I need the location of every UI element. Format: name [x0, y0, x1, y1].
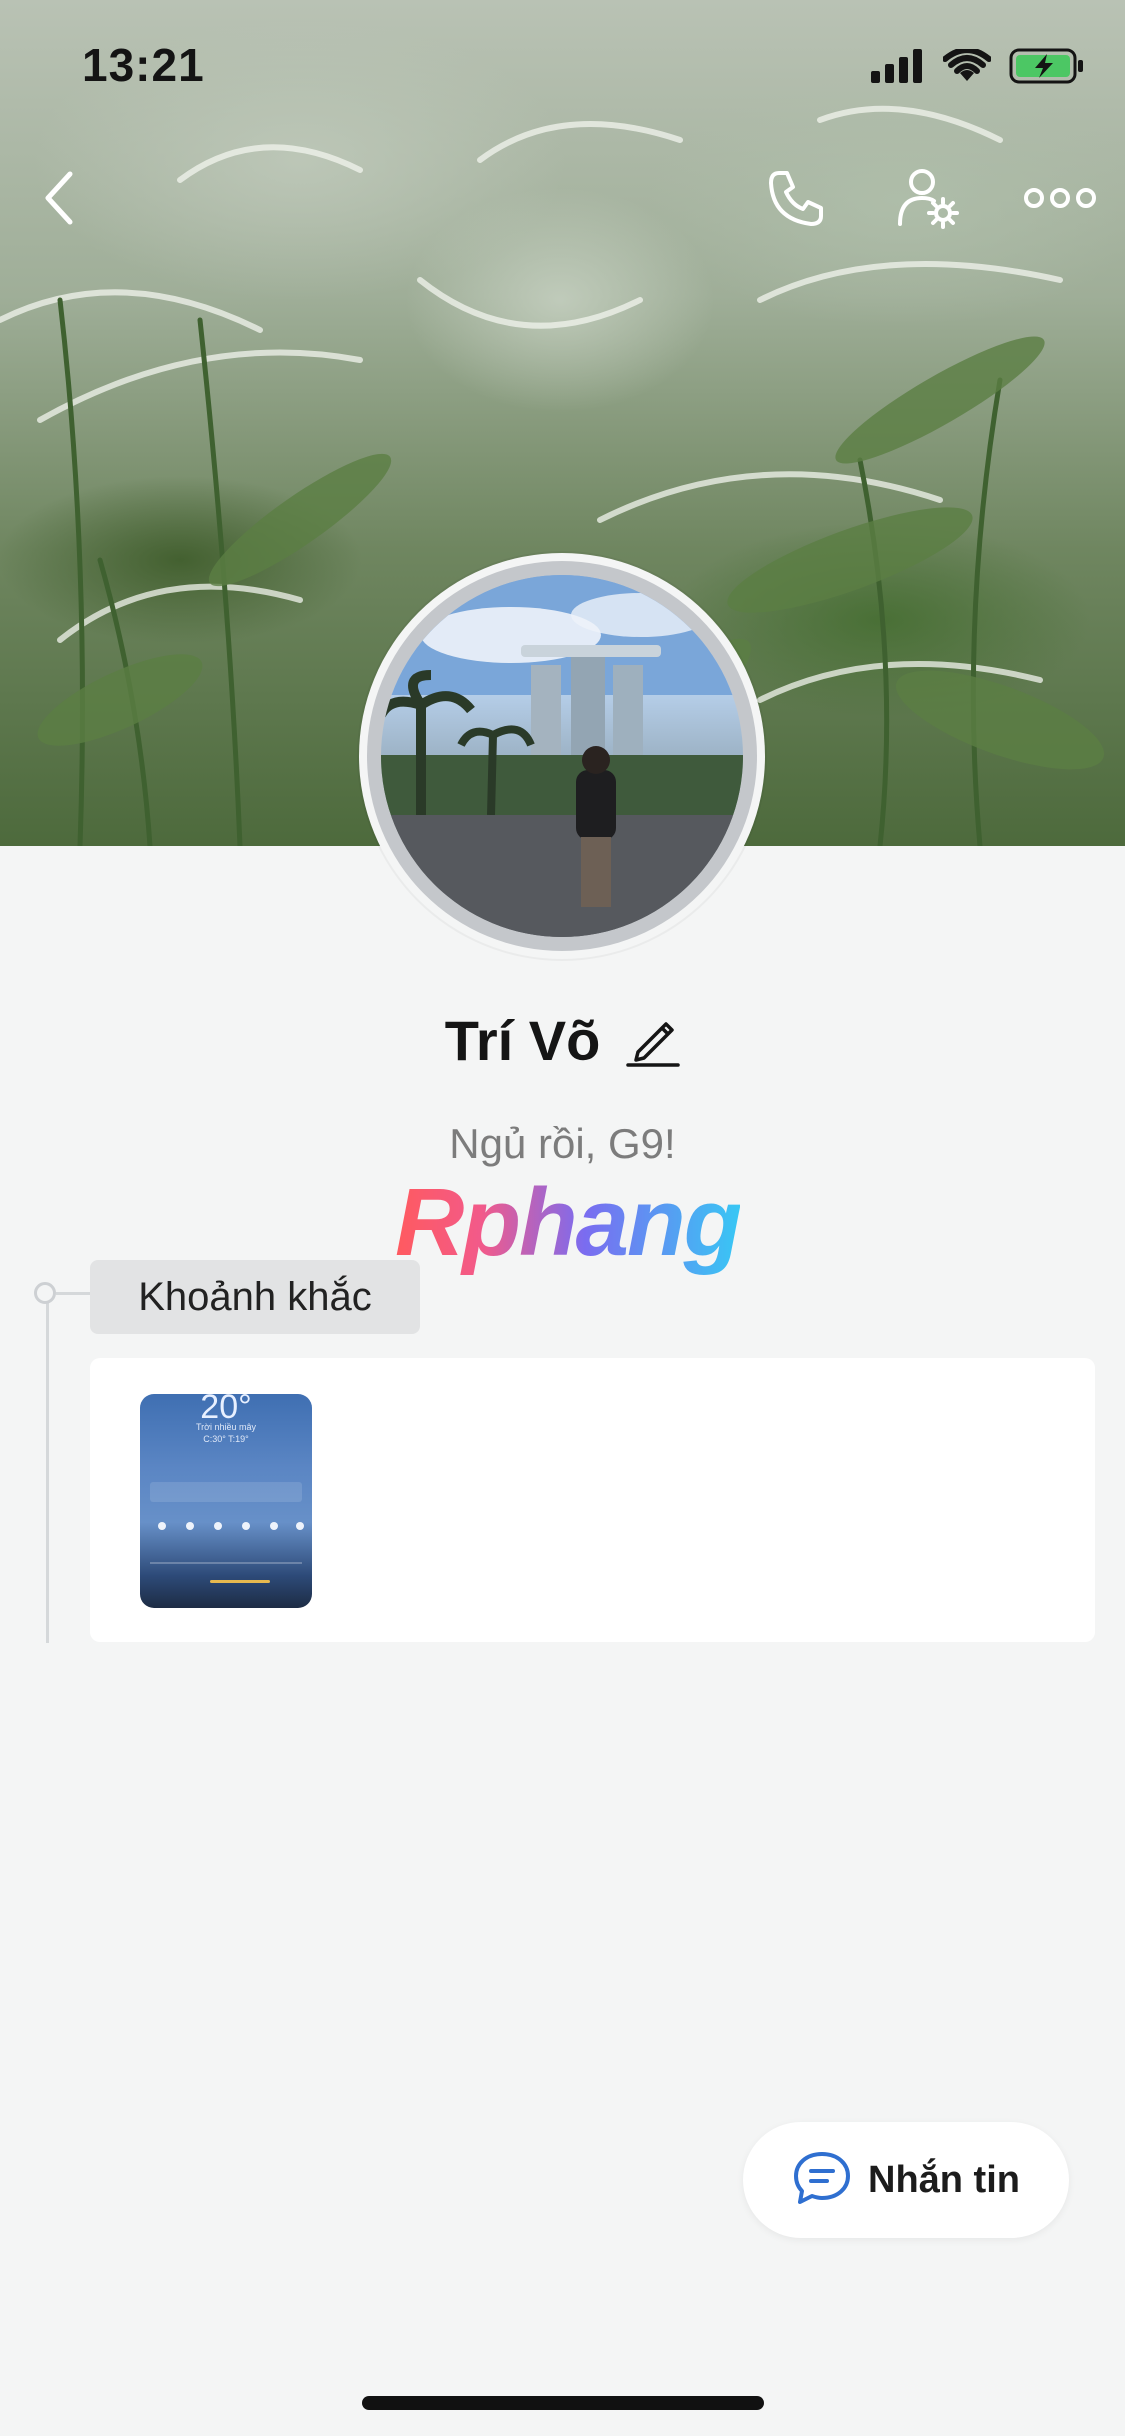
back-button[interactable] [20, 160, 100, 240]
timeline-line [46, 1298, 49, 1643]
timeline-connector [56, 1292, 90, 1295]
profile-name: Trí Võ [444, 1009, 601, 1072]
home-indicator[interactable] [362, 2396, 764, 2410]
status-time: 13:21 [82, 39, 205, 91]
profile-name-row: Trí Võ [0, 1008, 1125, 1073]
signal-icon [871, 49, 925, 88]
phone-icon [765, 167, 827, 234]
chat-icon [792, 2150, 852, 2211]
moment-thumbnail[interactable]: 20° Trời nhiều mây C:30° T:19° [140, 1394, 312, 1608]
edit-name-button[interactable] [626, 1008, 681, 1073]
watermark-logo: Rphang [395, 1169, 742, 1276]
send-message-label: Nhắn tin [868, 2158, 1020, 2201]
more-icon [1024, 186, 1096, 215]
profile-settings-button[interactable] [888, 160, 968, 240]
status-icons [871, 47, 1085, 89]
edit-icon [626, 1022, 681, 1072]
user-settings-icon [896, 166, 960, 235]
timeline-dot [34, 1282, 56, 1304]
send-message-button[interactable]: Nhắn tin [743, 2122, 1069, 2238]
battery-charging-icon [1009, 48, 1085, 89]
profile-bio: Ngủ rồi, G9! [449, 1120, 676, 1167]
avatar[interactable] [359, 553, 765, 959]
back-icon [40, 170, 80, 231]
moments-label: Khoảnh khắc [90, 1260, 420, 1334]
call-button[interactable] [756, 160, 836, 240]
wifi-icon [942, 47, 992, 88]
avatar-photo [381, 575, 743, 937]
status-bar: 13:21 [0, 0, 1125, 132]
more-options-button[interactable] [1020, 160, 1100, 240]
moments-card: 20° Trời nhiều mây C:30° T:19° [90, 1358, 1095, 1642]
